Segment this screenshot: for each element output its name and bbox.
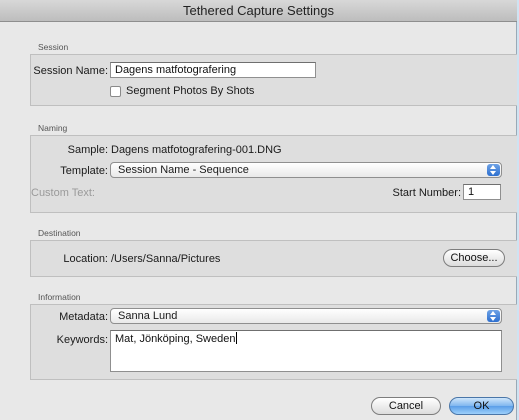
ok-button[interactable]: OK bbox=[449, 397, 514, 415]
information-group: Metadata: Sanna Lund Keywords: Mat, Jönk… bbox=[30, 304, 517, 380]
start-number-input[interactable]: 1 bbox=[463, 184, 501, 200]
metadata-label: Metadata: bbox=[59, 311, 108, 323]
tethered-capture-dialog: Tethered Capture Settings Session Sessio… bbox=[0, 0, 517, 420]
session-name-input[interactable]: Dagens matfotografering bbox=[110, 62, 316, 78]
session-group-label: Session bbox=[38, 42, 69, 52]
popup-arrows-icon bbox=[487, 310, 500, 322]
popup-arrows-icon bbox=[487, 164, 500, 176]
sample-value: Dagens matfotografering-001.DNG bbox=[111, 144, 282, 156]
text-cursor bbox=[236, 332, 238, 344]
metadata-popup[interactable]: Sanna Lund bbox=[110, 308, 502, 324]
choose-button[interactable]: Choose... bbox=[443, 249, 505, 267]
custom-text-label: Custom Text: bbox=[31, 187, 95, 199]
sample-label: Sample: bbox=[67, 144, 108, 156]
keywords-input[interactable]: Mat, Jönköping, Sweden bbox=[110, 330, 502, 372]
template-popup[interactable]: Session Name - Sequence bbox=[110, 162, 502, 178]
naming-group-label: Naming bbox=[38, 123, 68, 133]
information-group-label: Information bbox=[38, 292, 81, 302]
cancel-button[interactable]: Cancel bbox=[371, 397, 441, 415]
naming-group: Sample: Dagens matfotografering-001.DNG … bbox=[30, 135, 517, 213]
session-group: Session Name: Dagens matfotografering Se… bbox=[30, 54, 517, 106]
keywords-label: Keywords: bbox=[56, 334, 108, 346]
location-label: Location: bbox=[63, 253, 108, 265]
session-name-label: Session Name: bbox=[33, 65, 108, 77]
destination-group: Location: /Users/Sanna/Pictures Choose..… bbox=[30, 240, 517, 277]
segment-photos-label: Segment Photos By Shots bbox=[126, 85, 255, 97]
window-title: Tethered Capture Settings bbox=[0, 0, 517, 22]
template-label: Template: bbox=[60, 165, 108, 177]
start-number-label: Start Number: bbox=[392, 187, 461, 199]
segment-photos-checkbox[interactable] bbox=[110, 86, 121, 97]
metadata-popup-value: Sanna Lund bbox=[118, 310, 178, 322]
location-value: /Users/Sanna/Pictures bbox=[111, 253, 221, 265]
destination-group-label: Destination bbox=[38, 228, 81, 238]
keywords-value: Mat, Jönköping, Sweden bbox=[115, 333, 236, 345]
template-popup-value: Session Name - Sequence bbox=[118, 164, 249, 176]
